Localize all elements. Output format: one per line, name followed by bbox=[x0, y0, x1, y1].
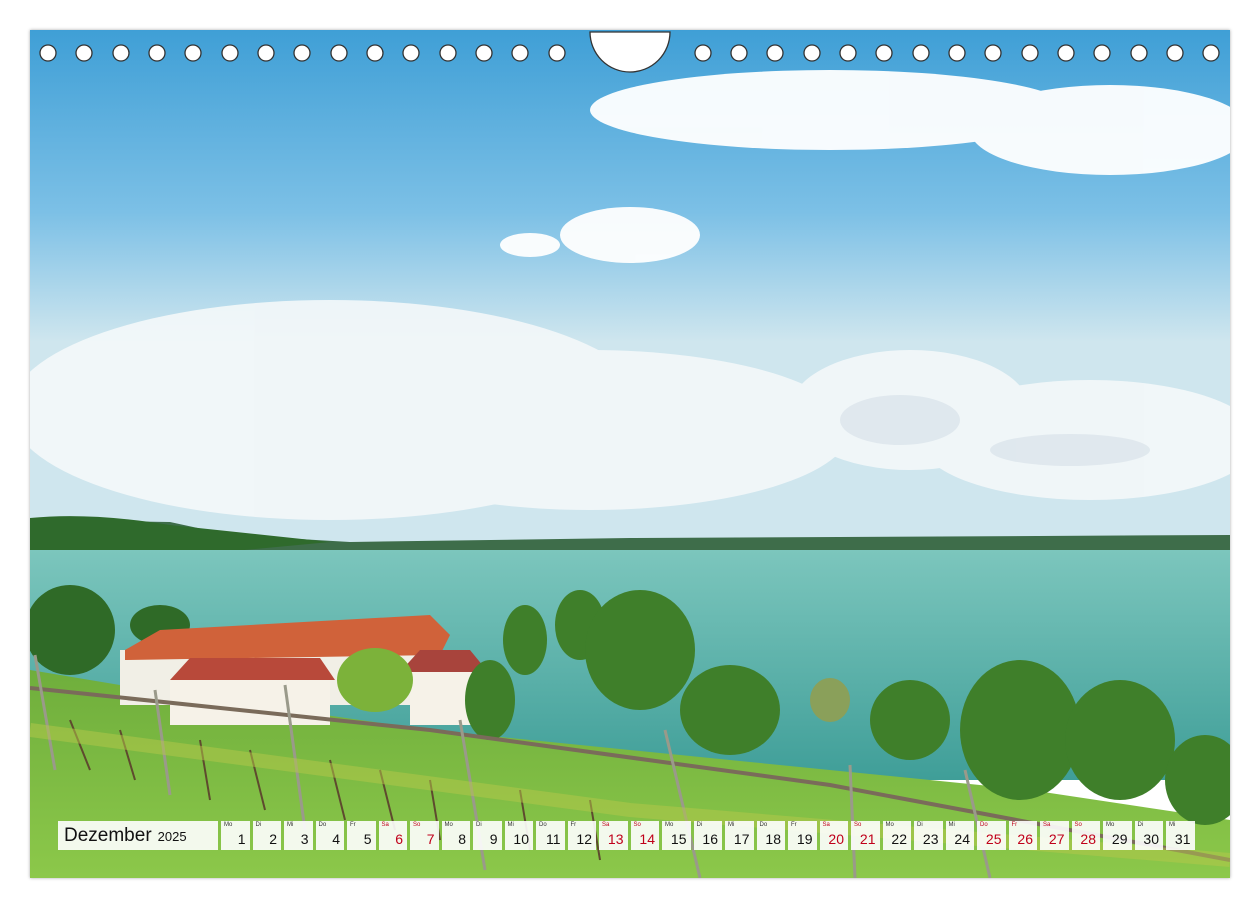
day-number: 1 bbox=[237, 831, 246, 847]
day-number: 2 bbox=[269, 831, 277, 847]
day-cell: Sa 13 bbox=[599, 821, 628, 850]
day-number: 21 bbox=[859, 831, 876, 847]
day-cell: Sa 6 bbox=[378, 821, 407, 850]
day-number: 18 bbox=[765, 831, 781, 847]
day-number: 11 bbox=[545, 831, 561, 847]
day-weekday: Fr bbox=[1011, 822, 1018, 828]
day-number: 3 bbox=[300, 831, 309, 847]
day-number: 29 bbox=[1111, 831, 1128, 847]
day-cell: Di 30 bbox=[1134, 821, 1163, 850]
day-cell: Fr 26 bbox=[1008, 821, 1037, 850]
day-weekday: Do bbox=[318, 822, 327, 828]
day-number: 15 bbox=[670, 831, 687, 847]
day-number: 10 bbox=[513, 831, 529, 847]
day-cell: Do 18 bbox=[756, 821, 785, 850]
day-weekday: Di bbox=[476, 822, 482, 828]
day-number: 14 bbox=[639, 831, 655, 847]
day-cell: Di 16 bbox=[693, 821, 722, 850]
day-weekday: Sa bbox=[822, 822, 830, 828]
day-number: 7 bbox=[426, 831, 435, 847]
day-cell: Do 25 bbox=[977, 821, 1006, 850]
day-number: 31 bbox=[1174, 831, 1191, 847]
day-cell: Mi 10 bbox=[504, 821, 533, 850]
day-number: 16 bbox=[702, 831, 718, 847]
day-cell: Fr 5 bbox=[347, 821, 376, 850]
day-cell: Mi 17 bbox=[725, 821, 754, 850]
day-weekday: Mi bbox=[948, 822, 955, 828]
day-weekday: Mo bbox=[444, 822, 453, 828]
day-cell: Mo 22 bbox=[882, 821, 911, 850]
day-cell: Mo 15 bbox=[662, 821, 691, 850]
day-weekday: Do bbox=[759, 822, 768, 828]
calendar-bar: Dezember 2025 Mo 1 Di 2 Mi 3 Do 4 Fr 5 Sa 6 So 7 Mo 8 Di… bbox=[58, 821, 1202, 850]
day-number: 25 bbox=[985, 831, 1002, 847]
day-weekday: Mi bbox=[728, 822, 735, 828]
day-number: 6 bbox=[395, 831, 403, 847]
day-cell: Di 2 bbox=[252, 821, 281, 850]
day-weekday: So bbox=[633, 822, 641, 828]
day-number: 23 bbox=[922, 831, 939, 847]
day-number: 5 bbox=[363, 831, 372, 847]
day-number: 22 bbox=[891, 831, 907, 847]
month-name: Dezember bbox=[64, 825, 152, 846]
day-weekday: Mi bbox=[287, 822, 294, 828]
day-cell: So 14 bbox=[630, 821, 659, 850]
day-weekday: Di bbox=[1137, 822, 1144, 828]
month-year: 2025 bbox=[157, 829, 187, 844]
day-number: 8 bbox=[458, 831, 466, 847]
day-number: 19 bbox=[796, 831, 813, 847]
day-cell: Fr 19 bbox=[788, 821, 817, 850]
day-weekday: Mi bbox=[507, 822, 514, 828]
day-cell: Do 11 bbox=[536, 821, 565, 850]
day-cell: Di 9 bbox=[473, 821, 502, 850]
day-cell: Mi 31 bbox=[1166, 821, 1195, 850]
day-weekday: Mo bbox=[224, 822, 233, 828]
day-cell: Do 4 bbox=[315, 821, 344, 850]
day-weekday: Mi bbox=[1169, 822, 1176, 828]
day-cell: So 7 bbox=[410, 821, 439, 850]
day-weekday: Sa bbox=[381, 822, 389, 828]
day-weekday: Sa bbox=[602, 822, 610, 828]
day-weekday: Do bbox=[980, 822, 988, 828]
day-cell: Mo 1 bbox=[221, 821, 250, 850]
day-weekday: So bbox=[413, 822, 421, 828]
day-number: 20 bbox=[828, 831, 844, 847]
day-number: 30 bbox=[1143, 831, 1159, 847]
day-number: 17 bbox=[733, 831, 750, 847]
day-cell: Sa 20 bbox=[819, 821, 848, 850]
day-cell: Fr 12 bbox=[567, 821, 596, 850]
day-weekday: So bbox=[854, 822, 862, 828]
day-number: 4 bbox=[332, 831, 340, 847]
day-cells: Mo 1 Di 2 Mi 3 Do 4 Fr 5 Sa 6 So 7 Mo 8 Di 9 Mi 10 Do 11 Fr 12 S… bbox=[221, 821, 1195, 850]
month-label: Dezember 2025 bbox=[58, 821, 218, 850]
day-weekday: So bbox=[1074, 822, 1082, 828]
day-cell: Mo 8 bbox=[441, 821, 470, 850]
day-weekday: Sa bbox=[1043, 822, 1051, 828]
day-cell: Mi 24 bbox=[945, 821, 974, 850]
day-weekday: Mo bbox=[1106, 822, 1115, 828]
day-weekday: Mo bbox=[885, 822, 894, 828]
day-weekday: Di bbox=[696, 822, 703, 828]
day-cell: Mo 29 bbox=[1103, 821, 1132, 850]
day-cell: Sa 27 bbox=[1040, 821, 1069, 850]
day-cell: So 28 bbox=[1071, 821, 1100, 850]
day-weekday: Fr bbox=[570, 822, 577, 828]
day-weekday: Do bbox=[539, 822, 547, 828]
day-weekday: Fr bbox=[350, 822, 356, 828]
day-number: 27 bbox=[1048, 831, 1065, 847]
landscape-photo bbox=[30, 30, 1230, 878]
day-weekday: Di bbox=[255, 822, 262, 828]
day-weekday: Mo bbox=[665, 822, 674, 828]
day-number: 28 bbox=[1080, 831, 1096, 847]
day-cell: Mi 3 bbox=[284, 821, 313, 850]
day-number: 12 bbox=[576, 831, 592, 847]
day-number: 26 bbox=[1017, 831, 1033, 847]
day-number: 24 bbox=[954, 831, 970, 847]
day-weekday: Fr bbox=[791, 822, 797, 828]
day-cell: Di 23 bbox=[914, 821, 943, 850]
day-cell: So 21 bbox=[851, 821, 880, 850]
day-weekday: Di bbox=[917, 822, 923, 828]
day-number: 9 bbox=[489, 831, 498, 847]
day-number: 13 bbox=[607, 831, 624, 847]
